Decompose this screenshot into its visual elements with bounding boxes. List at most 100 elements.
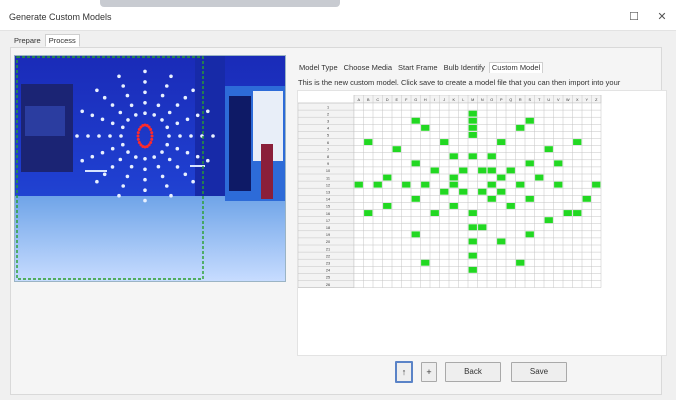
row-label: 18 (326, 226, 330, 230)
main-tabs: Prepare Process (10, 34, 80, 47)
light-point (90, 154, 95, 159)
node-cell[interactable] (364, 210, 373, 216)
node-cell[interactable] (468, 117, 477, 124)
node-cell[interactable] (354, 181, 363, 188)
selected-light-point (149, 128, 153, 131)
tab-model-type[interactable]: Model Type (297, 63, 340, 73)
node-cell[interactable] (468, 252, 477, 259)
node-cell[interactable] (592, 181, 601, 188)
node-cell[interactable] (516, 181, 525, 188)
light-point (95, 179, 99, 184)
node-cell[interactable] (497, 238, 506, 245)
node-cell[interactable] (582, 195, 591, 202)
node-cell[interactable] (554, 181, 563, 188)
node-cell[interactable] (573, 210, 582, 216)
node-cell[interactable] (383, 203, 392, 209)
tab-start-frame[interactable]: Start Frame (396, 63, 440, 73)
node-cell[interactable] (497, 139, 506, 145)
node-cell[interactable] (440, 139, 449, 145)
light-point (143, 177, 147, 182)
light-point (167, 157, 172, 162)
node-cell[interactable] (459, 188, 468, 195)
node-cell[interactable] (411, 195, 420, 202)
node-cell[interactable] (459, 167, 468, 174)
node-cell[interactable] (487, 167, 496, 174)
node-cell[interactable] (506, 167, 515, 174)
node-cell[interactable] (468, 153, 477, 160)
node-cell[interactable] (449, 153, 458, 160)
column-label: I (434, 98, 435, 102)
node-cell[interactable] (430, 167, 439, 174)
column-label: P (500, 98, 503, 102)
node-cell[interactable] (468, 132, 477, 138)
node-cell[interactable] (535, 174, 544, 181)
tab-process[interactable]: Process (44, 34, 80, 47)
tab-choose-media[interactable]: Choose Media (342, 63, 394, 73)
node-cell[interactable] (487, 181, 496, 188)
selected-light-point (150, 134, 154, 138)
up-button[interactable]: ↑ (395, 361, 413, 383)
node-cell[interactable] (468, 124, 477, 131)
model-grid[interactable]: A B C D E F G H I J K L M N O P Q R S T U V W X Y Z 1 2 3 4 5 6 7 8 9 10 11 1… (297, 94, 603, 297)
node-cell[interactable] (440, 188, 449, 195)
node-cell[interactable] (478, 188, 487, 195)
light-point (191, 88, 195, 93)
row-label: 2 (327, 112, 329, 116)
node-cell[interactable] (383, 174, 392, 181)
node-cell[interactable] (573, 139, 582, 145)
node-cell[interactable] (554, 160, 563, 167)
node-cell[interactable] (411, 231, 420, 238)
node-cell[interactable] (364, 139, 373, 145)
camera-preview[interactable] (14, 55, 286, 282)
node-cell[interactable] (468, 210, 477, 216)
node-cell[interactable] (411, 117, 420, 124)
node-cell[interactable] (544, 146, 553, 153)
node-cell[interactable] (544, 217, 553, 224)
node-cell[interactable] (497, 174, 506, 181)
node-cell[interactable] (506, 203, 515, 209)
row-label: 3 (327, 120, 329, 124)
light-point (129, 164, 134, 169)
light-point (156, 103, 161, 108)
node-cell[interactable] (449, 174, 458, 181)
node-cell[interactable] (478, 224, 487, 231)
tab-bulb-identify[interactable]: Bulb Identify (442, 63, 487, 73)
selected-light-point (136, 134, 140, 138)
node-cell[interactable] (525, 195, 534, 202)
node-cell[interactable] (468, 266, 477, 273)
light-point (143, 69, 147, 74)
node-cell[interactable] (392, 146, 401, 153)
maximize-icon[interactable]: ☐ (624, 9, 644, 25)
node-cell[interactable] (478, 167, 487, 174)
node-cell[interactable] (411, 160, 420, 167)
node-cell[interactable] (525, 231, 534, 238)
node-cell[interactable] (468, 238, 477, 245)
node-cell[interactable] (487, 153, 496, 160)
save-button[interactable]: Save (511, 362, 567, 382)
node-cell[interactable] (516, 124, 525, 131)
node-cell[interactable] (468, 110, 477, 117)
light-point (143, 167, 147, 172)
node-cell[interactable] (421, 181, 430, 188)
add-button[interactable]: + (421, 362, 437, 382)
close-icon[interactable]: ✕ (652, 9, 672, 25)
node-cell[interactable] (421, 259, 430, 266)
node-cell[interactable] (525, 117, 534, 124)
node-cell[interactable] (430, 210, 439, 216)
tab-custom-model[interactable]: Custom Model (488, 62, 544, 73)
node-cell[interactable] (449, 181, 458, 188)
node-cell[interactable] (516, 259, 525, 266)
node-cell[interactable] (421, 124, 430, 131)
node-cell[interactable] (468, 224, 477, 231)
back-button[interactable]: Back (445, 362, 501, 382)
node-cell[interactable] (402, 181, 411, 188)
light-point (110, 103, 115, 107)
light-point (75, 134, 79, 138)
tab-prepare[interactable]: Prepare (10, 34, 45, 47)
node-cell[interactable] (449, 203, 458, 209)
node-cell[interactable] (373, 181, 382, 188)
node-cell[interactable] (563, 210, 572, 216)
node-cell[interactable] (497, 188, 506, 195)
node-cell[interactable] (525, 160, 534, 167)
node-cell[interactable] (487, 195, 496, 202)
